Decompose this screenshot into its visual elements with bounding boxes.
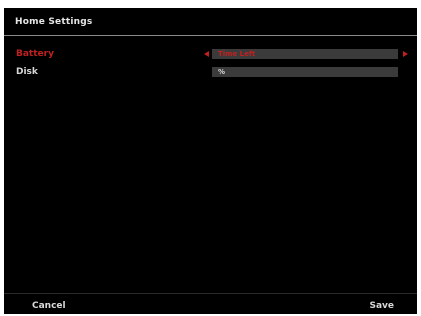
setting-row-battery[interactable]: Battery Time Left <box>4 48 417 60</box>
footer-bar: Cancel Save <box>4 293 417 314</box>
disk-label: Disk <box>16 67 38 77</box>
right-arrow-icon[interactable] <box>403 51 408 57</box>
page-title: Home Settings <box>15 17 93 27</box>
left-arrow-icon[interactable] <box>204 51 209 57</box>
title-divider <box>4 35 417 36</box>
battery-value: Time Left <box>218 50 256 58</box>
footer-divider <box>4 293 417 294</box>
battery-value-selector[interactable]: Time Left <box>212 49 398 59</box>
disk-value-selector[interactable]: % <box>212 67 398 77</box>
battery-label: Battery <box>16 49 54 59</box>
home-settings-screen: Home Settings Battery Time Left Disk % C… <box>4 8 417 314</box>
title-bar: Home Settings <box>4 8 417 36</box>
cancel-button[interactable]: Cancel <box>32 300 66 312</box>
setting-row-disk[interactable]: Disk % <box>4 66 417 78</box>
save-button[interactable]: Save <box>369 300 394 312</box>
disk-value: % <box>218 68 226 76</box>
